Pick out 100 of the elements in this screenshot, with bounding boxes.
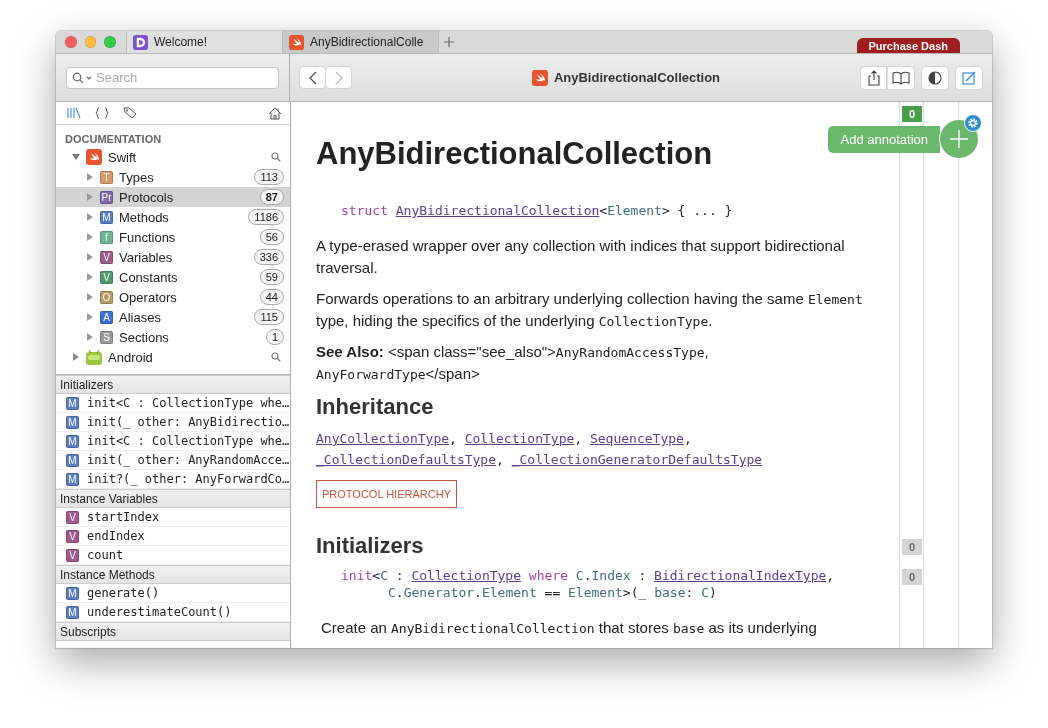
index-entry[interactable]: M generate() <box>56 584 290 603</box>
type-link[interactable]: BidirectionalIndexType <box>654 568 827 583</box>
index-section-header: Subscripts <box>56 622 290 641</box>
home-icon[interactable] <box>268 106 282 120</box>
index-entry[interactable]: M init(_ other: AnyRandomAcce… <box>56 451 290 470</box>
kind-badge: M <box>66 472 79 486</box>
declaration-code: init<C : CollectionType where C.Index : BidirectionalIndexType, C.Generator.Element == Element>(_ base: C) <box>340 567 836 601</box>
tree-item[interactable]: T Types 113 <box>56 167 290 187</box>
library-icon[interactable] <box>67 107 81 119</box>
search-icon[interactable] <box>271 152 281 162</box>
collapsed-triangle-icon[interactable] <box>86 333 94 341</box>
chevron-left-icon <box>308 70 317 85</box>
browser-tab[interactable]: AnyBidirectionalColle <box>282 31 438 53</box>
braces-icon[interactable] <box>95 107 109 119</box>
tree-item[interactable]: f Functions 56 <box>56 227 290 247</box>
close-button[interactable] <box>65 36 77 48</box>
paragraph: A type-erased wrapper over any collection with indices that support bidirectional traversal. <box>316 236 846 278</box>
plus-icon <box>950 130 968 148</box>
dash-logo-icon <box>133 34 148 50</box>
protocol-hierarchy-button[interactable]: PROTOCOL HIERARCHY <box>316 480 457 508</box>
edit-icon <box>962 70 976 85</box>
annotation-count: 0 <box>902 539 922 555</box>
inheritance-list: AnyCollectionType, CollectionType, SequenceType, _CollectionDefaultsType, _CollectionGeneratorDefaultsType <box>316 428 870 470</box>
tree-item[interactable]: Pr Protocols 87 <box>56 187 290 207</box>
kind-badge: V <box>100 250 113 264</box>
type-link[interactable]: _CollectionDefaultsType <box>316 452 496 467</box>
kind-badge: A <box>100 310 113 324</box>
settings-icon[interactable] <box>964 114 982 132</box>
collapsed-triangle-icon[interactable] <box>86 293 94 301</box>
section-heading: Initializers <box>316 533 425 559</box>
book-icon <box>892 70 910 85</box>
section-heading: Inheritance <box>316 394 435 420</box>
count-badge: 1 <box>265 329 284 345</box>
paragraph: See Also: <span class="see_also">AnyRandomAccessType, AnyForwardType</span> <box>316 342 710 384</box>
expanded-triangle-icon[interactable] <box>72 153 80 161</box>
index-entry[interactable]: V endIndex <box>56 527 290 546</box>
bookmarks-button[interactable] <box>887 66 914 89</box>
kind-badge: M <box>100 210 113 224</box>
chevron-right-icon <box>334 70 343 85</box>
tree-item[interactable]: Swift <box>56 147 290 167</box>
tree-item[interactable]: V Constants 59 <box>56 267 290 287</box>
swift-logo-icon <box>289 34 304 50</box>
collapsed-triangle-icon[interactable] <box>86 253 94 261</box>
kind-badge: M <box>66 453 79 467</box>
share-icon <box>868 69 880 86</box>
count-badge: 44 <box>259 289 284 305</box>
minimize-button[interactable] <box>84 36 97 48</box>
count-badge: 113 <box>254 169 284 185</box>
collapsed-triangle-icon[interactable] <box>86 173 94 181</box>
type-link[interactable]: CollectionType <box>411 568 522 583</box>
kind-badge: f <box>100 230 113 244</box>
collapsed-triangle-icon[interactable] <box>86 273 94 281</box>
index-entry[interactable]: M init<C : CollectionType whe… <box>56 394 290 413</box>
type-link[interactable]: _CollectionGeneratorDefaultsType <box>511 452 763 467</box>
zoom-button[interactable] <box>104 36 116 48</box>
tag-icon[interactable] <box>123 107 137 119</box>
tree-item[interactable]: O Operators 44 <box>56 287 290 307</box>
search-field[interactable]: Search <box>66 66 279 89</box>
tree-item[interactable]: V Variables 336 <box>56 247 290 267</box>
kind-badge: Pr <box>100 190 113 204</box>
contrast-button[interactable] <box>922 66 948 89</box>
index-entry[interactable]: M init<C : CollectionType whe… <box>56 432 290 451</box>
contrast-icon <box>928 70 942 85</box>
swift-logo-icon <box>531 69 548 86</box>
annotation-count: 0 <box>902 569 922 585</box>
browser-tab[interactable]: Welcome! <box>126 31 282 53</box>
type-link[interactable]: AnyBidirectionalCollection <box>395 203 600 218</box>
kind-badge: V <box>66 510 79 524</box>
type-link[interactable]: AnyCollectionType <box>316 431 450 446</box>
kind-badge: T <box>100 170 113 184</box>
type-link[interactable]: SequenceType <box>589 431 684 446</box>
page-title: AnyBidirectionalCollection <box>553 70 721 85</box>
kind-badge: V <box>66 548 79 562</box>
count-badge: 1186 <box>248 209 284 225</box>
count-badge: 115 <box>254 309 284 325</box>
count-badge: 87 <box>259 189 284 205</box>
collapsed-triangle-icon[interactable] <box>86 313 94 321</box>
tree-item[interactable]: M Methods 1186 <box>56 207 290 227</box>
index-entry[interactable]: M init(_ other: AnyBidirectio… <box>56 413 290 432</box>
tree-item[interactable]: A Aliases 115 <box>56 307 290 327</box>
back-button[interactable] <box>300 67 325 88</box>
kind-badge: V <box>66 529 79 543</box>
kind-badge: V <box>100 270 113 284</box>
index-entry[interactable]: V startIndex <box>56 508 290 527</box>
collapsed-triangle-icon[interactable] <box>86 213 94 221</box>
index-section-header: Instance Methods <box>56 565 290 584</box>
plus-icon <box>444 37 454 47</box>
kind-badge: M <box>66 586 79 600</box>
count-badge: 59 <box>259 269 284 285</box>
type-link[interactable]: CollectionType <box>464 431 575 446</box>
collapsed-triangle-icon[interactable] <box>86 193 94 201</box>
annotate-button[interactable] <box>956 66 982 89</box>
count-badge: 336 <box>253 249 284 265</box>
tree-item[interactable]: Android <box>56 347 290 367</box>
search-icon[interactable] <box>271 352 281 362</box>
collapsed-triangle-icon[interactable] <box>72 353 80 361</box>
collapsed-triangle-icon[interactable] <box>86 233 94 241</box>
purchase-tab[interactable]: Purchase Dash <box>856 38 960 53</box>
android-logo-icon <box>86 349 102 365</box>
tree-item[interactable]: S Sections 1 <box>56 327 290 347</box>
